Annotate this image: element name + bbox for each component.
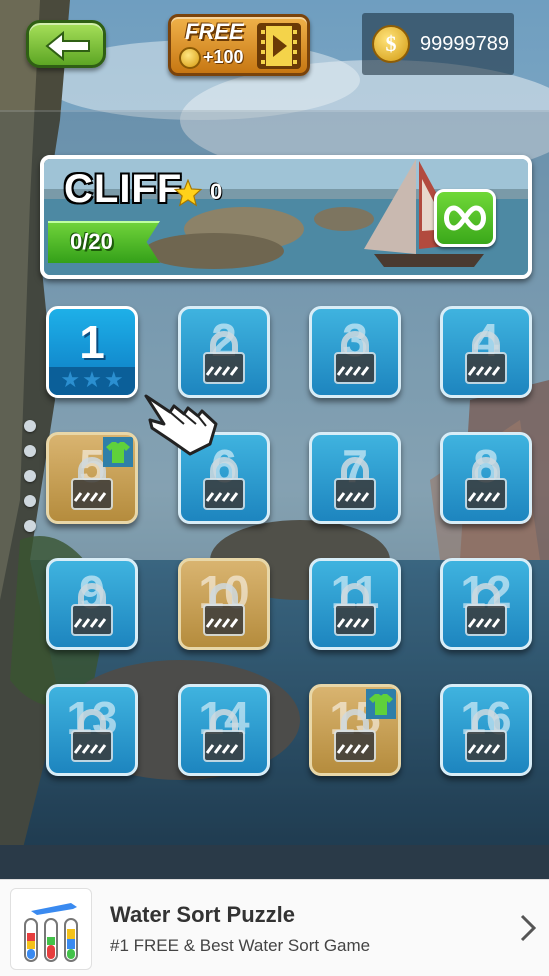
page-dot[interactable] [24, 520, 36, 532]
pointing-hand-icon [144, 394, 218, 456]
coin-icon [179, 47, 201, 69]
level-tile[interactable]: 13 [46, 684, 138, 776]
world-star-count: 0 [210, 179, 223, 204]
lock-icon [71, 583, 113, 636]
page-dot[interactable] [24, 495, 36, 507]
page-dot[interactable] [24, 470, 36, 482]
level-tile[interactable]: 8 [440, 432, 532, 524]
world-progress: 0/20 [70, 229, 113, 254]
level-tile[interactable]: 12 [440, 558, 532, 650]
level-tile[interactable]: 3 [309, 306, 401, 398]
world-banner: CLIFF 0 0/20 [40, 155, 532, 279]
level-tile[interactable]: 7 [309, 432, 401, 524]
shirt-icon [103, 437, 133, 467]
infinity-button[interactable] [434, 189, 496, 247]
back-button[interactable] [26, 20, 106, 68]
star-empty-icon: ★ [82, 368, 102, 393]
lock-icon [203, 457, 245, 510]
chevron-right-icon[interactable] [520, 914, 536, 942]
lock-icon [465, 457, 507, 510]
arrow-left-icon [45, 31, 90, 61]
page-dot[interactable] [24, 420, 36, 432]
level-tile[interactable]: 16 [440, 684, 532, 776]
lock-icon [465, 331, 507, 384]
coin-icon: $ [372, 25, 410, 63]
lock-icon [203, 331, 245, 384]
shirt-icon [366, 689, 396, 719]
infinity-icon [444, 205, 486, 231]
free-label: FREE [185, 19, 244, 44]
level-tile[interactable]: 4 [440, 306, 532, 398]
level-tile[interactable]: 2 [178, 306, 270, 398]
lock-icon [334, 331, 376, 384]
coin-balance: $ 99999789 [362, 13, 514, 75]
lock-icon [203, 583, 245, 636]
ad-banner[interactable]: Water Sort Puzzle #1 FREE & Best Water S… [0, 879, 549, 976]
level-tile[interactable]: 9 [46, 558, 138, 650]
ad-app-icon [10, 888, 92, 970]
coin-amount: 99999789 [420, 33, 509, 55]
ad-subtitle: #1 FREE & Best Water Sort Game [110, 936, 371, 955]
star-empty-icon: ★ [103, 368, 124, 393]
lock-icon [71, 709, 113, 762]
level-tile[interactable]: 14 [178, 684, 270, 776]
page-dot[interactable] [24, 445, 36, 457]
lock-icon [334, 583, 376, 636]
star-icon [174, 179, 202, 207]
level-tile[interactable]: 15 [309, 684, 401, 776]
lock-icon [203, 709, 245, 762]
test-tubes-icon [24, 903, 78, 962]
video-play-icon [257, 23, 301, 69]
level-tile[interactable]: 11 [309, 558, 401, 650]
lock-icon [465, 709, 507, 762]
level-tile[interactable]: 5 [46, 432, 138, 524]
level-stars: ★ ★ ★ [49, 367, 135, 395]
free-coins-video-button[interactable]: FREE +100 [168, 14, 310, 76]
level-number: 1 [79, 316, 105, 368]
star-empty-icon: ★ [60, 368, 81, 393]
world-name: CLIFF [64, 167, 183, 211]
lock-icon [334, 457, 376, 510]
free-reward-amount: +100 [203, 47, 244, 67]
level-tile[interactable]: 1 ★ ★ ★ [46, 306, 138, 398]
ad-title: Water Sort Puzzle [110, 902, 295, 927]
level-tile[interactable]: 10 [178, 558, 270, 650]
lock-icon [465, 583, 507, 636]
